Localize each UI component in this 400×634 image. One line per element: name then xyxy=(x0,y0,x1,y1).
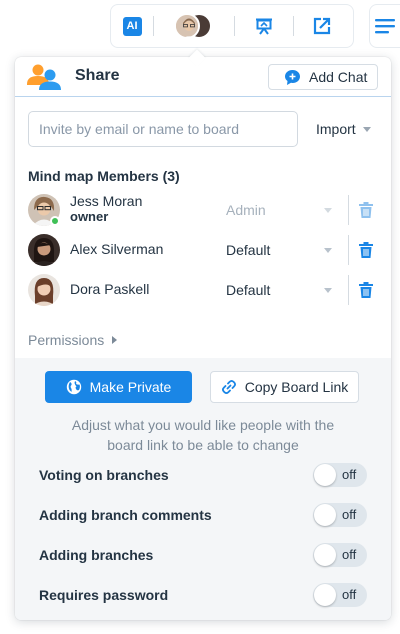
presentation-icon xyxy=(256,18,272,35)
toggle-knob xyxy=(314,464,336,486)
branches-toggle[interactable]: off xyxy=(313,543,367,567)
role-select[interactable]: Default xyxy=(226,242,270,258)
copy-board-link-label: Copy Board Link xyxy=(244,379,349,395)
permission-option-voting: Voting on branches off xyxy=(39,463,367,487)
divider xyxy=(348,235,349,265)
toggle-knob xyxy=(314,584,336,606)
top-toolbar: AI xyxy=(110,4,354,48)
import-label: Import xyxy=(316,121,356,137)
option-label: Adding branch comments xyxy=(39,507,212,523)
make-private-button[interactable]: Make Private xyxy=(45,371,192,403)
member-name: Jess Moran xyxy=(70,193,143,209)
globe-icon xyxy=(66,379,81,395)
toggle-state: off xyxy=(342,467,357,482)
voting-toggle[interactable]: off xyxy=(313,463,367,487)
trash-icon[interactable] xyxy=(359,282,373,298)
trash-icon[interactable] xyxy=(359,202,373,218)
member-owner-label: owner xyxy=(70,209,109,224)
toggle-state: off xyxy=(342,507,357,522)
permission-option-branches: Adding branches off xyxy=(39,543,367,567)
comments-toggle[interactable]: off xyxy=(313,503,367,527)
ai-button[interactable]: AI xyxy=(111,4,153,48)
ai-icon: AI xyxy=(122,16,142,36)
hamburger-icon xyxy=(375,19,395,34)
trash-icon[interactable] xyxy=(359,242,373,258)
avatar xyxy=(174,13,200,39)
copy-board-link-button[interactable]: Copy Board Link xyxy=(210,371,359,403)
collaborators-button[interactable] xyxy=(154,4,234,48)
chevron-down-icon xyxy=(324,208,332,213)
member-row: Alex Silverman Default xyxy=(28,234,378,266)
link-sharing-section: Make Private Copy Board Link Adjust what… xyxy=(15,358,391,620)
share-export-button[interactable] xyxy=(294,4,350,48)
role-select[interactable]: Default xyxy=(226,282,270,298)
chevron-down-icon xyxy=(362,126,371,132)
add-chat-label: Add Chat xyxy=(309,69,368,85)
presentation-button[interactable] xyxy=(235,4,293,48)
external-share-icon xyxy=(313,17,331,35)
chat-plus-icon xyxy=(285,69,300,85)
permissions-label: Permissions xyxy=(28,332,105,348)
share-panel: Share Add Chat Import Mind map Members (… xyxy=(15,57,391,620)
collaborator-avatars xyxy=(174,13,214,39)
member-row: Dora Paskell Default xyxy=(28,274,378,306)
member-name: Dora Paskell xyxy=(70,281,150,297)
panel-header: Share Add Chat xyxy=(15,57,391,97)
option-label: Adding branches xyxy=(39,547,154,563)
online-status-indicator xyxy=(50,216,60,226)
divider xyxy=(348,195,349,225)
chevron-right-icon xyxy=(112,336,118,344)
avatar xyxy=(28,274,60,306)
toggle-knob xyxy=(314,544,336,566)
toggle-state: off xyxy=(342,547,357,562)
option-label: Voting on branches xyxy=(39,467,169,483)
link-icon xyxy=(221,380,236,394)
permission-option-comments: Adding branch comments off xyxy=(39,503,367,527)
password-toggle[interactable]: off xyxy=(313,583,367,607)
add-chat-button[interactable]: Add Chat xyxy=(268,64,378,90)
menu-button[interactable] xyxy=(369,4,400,48)
people-icon xyxy=(27,64,61,90)
toggle-state: off xyxy=(342,587,357,602)
permission-option-password: Requires password off xyxy=(39,583,367,607)
chevron-down-icon xyxy=(324,288,332,293)
make-private-label: Make Private xyxy=(89,379,172,395)
role-select: Admin xyxy=(226,202,266,218)
chevron-down-icon xyxy=(324,248,332,253)
option-label: Requires password xyxy=(39,587,169,603)
panel-title: Share xyxy=(75,67,120,84)
member-name: Alex Silverman xyxy=(70,241,164,257)
import-dropdown[interactable]: Import xyxy=(316,121,371,137)
permissions-description: Adjust what you would like people with t… xyxy=(71,417,335,453)
members-title: Mind map Members (3) xyxy=(28,168,180,184)
toggle-knob xyxy=(314,504,336,526)
permissions-toggle[interactable]: Permissions xyxy=(28,332,118,348)
invite-input[interactable] xyxy=(28,111,298,147)
divider xyxy=(348,275,349,305)
member-row: Jess Moran owner Admin xyxy=(28,193,378,226)
avatar xyxy=(28,234,60,266)
